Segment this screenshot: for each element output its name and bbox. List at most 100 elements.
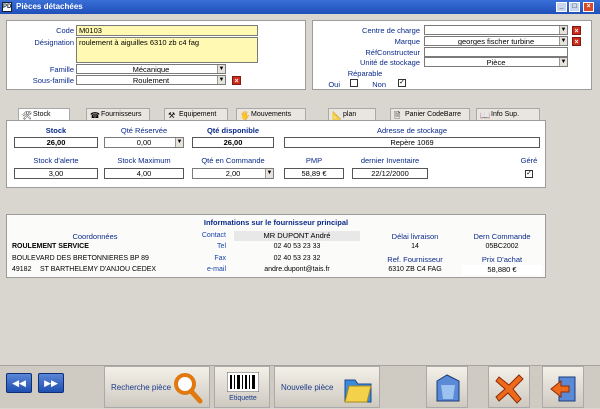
dernier-inventaire-value: 22/12/2000 bbox=[352, 168, 428, 179]
tab-label: Fournisseurs bbox=[101, 111, 142, 118]
famille-label: Famille bbox=[49, 65, 74, 74]
stock-alerte-field[interactable]: 3,00 bbox=[14, 168, 98, 179]
maximize-button[interactable]: □ bbox=[569, 2, 580, 12]
window-title: Pièces détachées bbox=[16, 2, 83, 11]
tab-label: Panier CodeBarre bbox=[405, 111, 462, 118]
unite-stockage-value: Pièce bbox=[486, 58, 506, 67]
save-button[interactable] bbox=[426, 366, 468, 408]
coordonnees-label: Coordonnées bbox=[72, 232, 118, 241]
sous-famille-value: Roulement bbox=[132, 76, 170, 85]
tab-mouvements[interactable]: 🖐 Mouvements bbox=[236, 108, 306, 120]
barcode-icon bbox=[227, 372, 259, 392]
ref-constructeur-label: RéfConstructeur bbox=[365, 48, 420, 57]
delai-value: 14 bbox=[411, 243, 419, 250]
qte-commande-value: 2,00 bbox=[225, 169, 241, 178]
exit-icon bbox=[550, 376, 576, 402]
stock-max-label: Stock Maximum bbox=[117, 156, 171, 165]
delai-label: Délai livraison bbox=[391, 232, 439, 241]
centre-charge-select[interactable]: ▼ bbox=[424, 25, 568, 35]
chevron-down-icon[interactable]: ▼ bbox=[175, 138, 183, 147]
pmp-value: 58,89 € bbox=[284, 168, 344, 179]
folder-icon bbox=[344, 379, 372, 403]
next-record-button[interactable]: ▶▶ bbox=[38, 373, 64, 393]
recherche-piece-button[interactable]: Recherche pièce bbox=[104, 366, 210, 408]
fournisseur-zip: 49182 bbox=[12, 266, 32, 273]
fournisseur-city: ST BARTHELEMY D'ANJOU CEDEX bbox=[40, 266, 157, 273]
unite-stockage-label: Unité de stockage bbox=[359, 58, 420, 67]
non-label: Non bbox=[372, 80, 386, 89]
chevron-down-icon[interactable]: ▼ bbox=[559, 37, 567, 45]
email-value[interactable]: andre.dupont@tais.fr bbox=[234, 266, 360, 273]
qte-reservee-select[interactable]: 0,00 ▼ bbox=[104, 137, 184, 148]
magnifier-icon bbox=[174, 373, 203, 404]
tab-equipement[interactable]: ⚒ Equipement bbox=[164, 108, 228, 120]
reparable-oui-checkbox[interactable] bbox=[350, 79, 358, 87]
chevron-down-icon[interactable]: ▼ bbox=[559, 58, 567, 66]
famille-select[interactable]: Mécanique ▼ bbox=[76, 64, 226, 74]
fax-label: Fax bbox=[214, 255, 226, 262]
adresse-stockage-value[interactable]: Repère 1069 bbox=[284, 137, 540, 148]
exit-button[interactable] bbox=[542, 366, 584, 408]
chevron-down-icon[interactable]: ▼ bbox=[217, 76, 225, 84]
reparable-non-checkbox[interactable]: ✓ bbox=[398, 79, 406, 87]
prix-achat-value: 58,880 € bbox=[462, 265, 542, 275]
code-field[interactable]: M0103 bbox=[76, 25, 258, 36]
ref-constructeur-field[interactable] bbox=[424, 47, 568, 57]
minimize-button[interactable]: _ bbox=[556, 2, 567, 12]
chevron-down-icon[interactable]: ▼ bbox=[559, 26, 567, 34]
fax-value: 02 40 53 23 32 bbox=[273, 255, 321, 262]
fournisseur-address: BOULEVARD DES BRETONNIERES BP 89 bbox=[12, 255, 149, 262]
etiquette-button[interactable]: Etiquette bbox=[214, 366, 270, 408]
etiquette-label: Etiquette bbox=[229, 395, 257, 402]
fournisseur-name: ROULEMENT SERVICE bbox=[12, 243, 89, 250]
stock-max-field[interactable]: 4,00 bbox=[104, 168, 184, 179]
tab-plan[interactable]: 📐 plan bbox=[328, 108, 376, 120]
qte-commande-label: Qté en Commande bbox=[201, 156, 265, 165]
delete-button[interactable] bbox=[488, 366, 530, 408]
reparable-label: Réparable bbox=[347, 69, 383, 78]
marque-select[interactable]: georges fischer turbine ▼ bbox=[424, 36, 568, 46]
marque-label: Marque bbox=[394, 37, 420, 46]
tab-panier-codebarre[interactable]: 🗎 Panier CodeBarre bbox=[390, 108, 470, 120]
qte-disponible-label: Qté disponible bbox=[206, 126, 260, 135]
gere-checkbox[interactable]: ✓ bbox=[525, 170, 533, 178]
stock-label: Stock bbox=[45, 126, 67, 135]
stock-alerte-label: Stock d'alerte bbox=[33, 156, 79, 165]
qte-reservee-label: Qté Réservée bbox=[120, 126, 168, 135]
tab-fournisseurs[interactable]: ☎ Fournisseurs bbox=[86, 108, 150, 120]
tab-label: Mouvements bbox=[251, 111, 292, 118]
clear-sous-famille-icon[interactable]: × bbox=[232, 76, 241, 85]
clear-marque-icon[interactable]: × bbox=[572, 37, 581, 46]
qte-commande-select[interactable]: 2,00 ▼ bbox=[192, 168, 274, 179]
famille-value: Mécanique bbox=[132, 65, 170, 74]
save-folder-icon bbox=[436, 374, 460, 402]
close-button[interactable]: × bbox=[583, 2, 594, 12]
contact-value: MR DUPONT André bbox=[234, 231, 360, 241]
pmp-label: PMP bbox=[305, 156, 323, 165]
tab-label: Stock bbox=[33, 111, 51, 118]
clear-centre-charge-icon[interactable]: × bbox=[572, 26, 581, 35]
unite-stockage-select[interactable]: Pièce ▼ bbox=[424, 57, 568, 67]
tel-label: Tel bbox=[217, 243, 226, 250]
tab-label: Info Sup. bbox=[491, 111, 520, 118]
tab-stock[interactable]: 🛠 Stock bbox=[18, 108, 70, 120]
previous-record-button[interactable]: ◀◀ bbox=[6, 373, 32, 393]
contact-label: Contact bbox=[201, 232, 226, 239]
fournisseur-section-title: Informations sur le fournisseur principa… bbox=[203, 218, 349, 227]
qte-reservee-value: 0,00 bbox=[136, 138, 152, 147]
nouvelle-label: Nouvelle pièce bbox=[281, 383, 334, 392]
app-icon: PD bbox=[2, 2, 12, 12]
nouvelle-piece-button[interactable]: Nouvelle pièce bbox=[274, 366, 380, 408]
qte-disponible-value: 26,00 bbox=[192, 137, 274, 148]
dern-commande-value: 05BC2002 bbox=[485, 243, 519, 250]
recherche-label: Recherche pièce bbox=[111, 383, 172, 392]
tel-value: 02 40 53 23 33 bbox=[273, 243, 321, 250]
sous-famille-select[interactable]: Roulement ▼ bbox=[76, 75, 226, 85]
ref-fournisseur-value: 6310 ZB C4 FAG bbox=[388, 266, 442, 273]
tab-info-sup[interactable]: 📖 Info Sup. bbox=[476, 108, 540, 120]
chevron-down-icon[interactable]: ▼ bbox=[265, 169, 273, 178]
chevron-down-icon[interactable]: ▼ bbox=[217, 65, 225, 73]
stock-value: 26,00 bbox=[14, 137, 98, 148]
designation-field[interactable]: roulement à aiguilles 6310 zb c4 fag bbox=[76, 37, 258, 63]
designation-label: Désignation bbox=[34, 38, 74, 47]
